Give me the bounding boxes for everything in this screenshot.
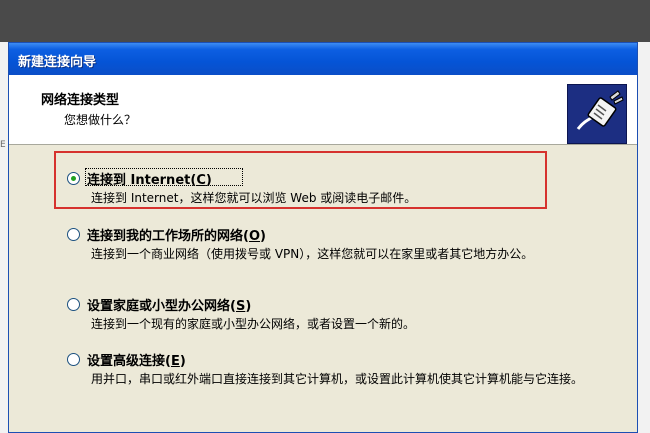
backdrop-top — [0, 0, 650, 42]
title-bar[interactable]: 新建连接向导 — [9, 43, 637, 75]
option-label: 设置家庭或小型办公网络(S) — [87, 299, 252, 314]
radio-connect-workplace[interactable] — [67, 228, 80, 241]
option-description: 连接到 Internet，这样您就可以浏览 Web 或阅读电子邮件。 — [91, 191, 417, 205]
radio-home-network[interactable] — [67, 298, 80, 311]
header-title: 网络连接类型 — [41, 93, 120, 108]
option-description: 用并口，串口或红外端口直接连接到其它计算机，或设置此计算机使其它计算机能与它连接… — [91, 372, 584, 386]
radio-connect-internet[interactable] — [67, 172, 80, 185]
backdrop-right — [638, 42, 650, 433]
option-label: 连接到我的工作场所的网络(O) — [87, 229, 266, 244]
new-connection-wizard-dialog: 新建连接向导 网络连接类型 您想做什么？ 连接到 Internet(C) 连接到… — [8, 42, 638, 433]
option-label: 连接到 Internet(C) — [87, 173, 212, 188]
option-label: 设置高级连接(E) — [87, 354, 186, 369]
wizard-header: 网络连接类型 您想做什么？ — [9, 75, 637, 145]
radio-advanced-connection[interactable] — [67, 353, 80, 366]
network-plug-icon — [567, 84, 627, 144]
option-description: 连接到一个现有的家庭或小型办公网络，或者设置一个新的。 — [91, 317, 416, 331]
backdrop-edge-text: E — [0, 140, 6, 150]
backdrop-left — [0, 42, 8, 433]
window-title: 新建连接向导 — [18, 55, 97, 70]
option-description: 连接到一个商业网络（使用拨号或 VPN），这样您就可以在家里或者其它地方办公。 — [91, 247, 534, 261]
header-subtitle: 您想做什么？ — [64, 113, 137, 127]
